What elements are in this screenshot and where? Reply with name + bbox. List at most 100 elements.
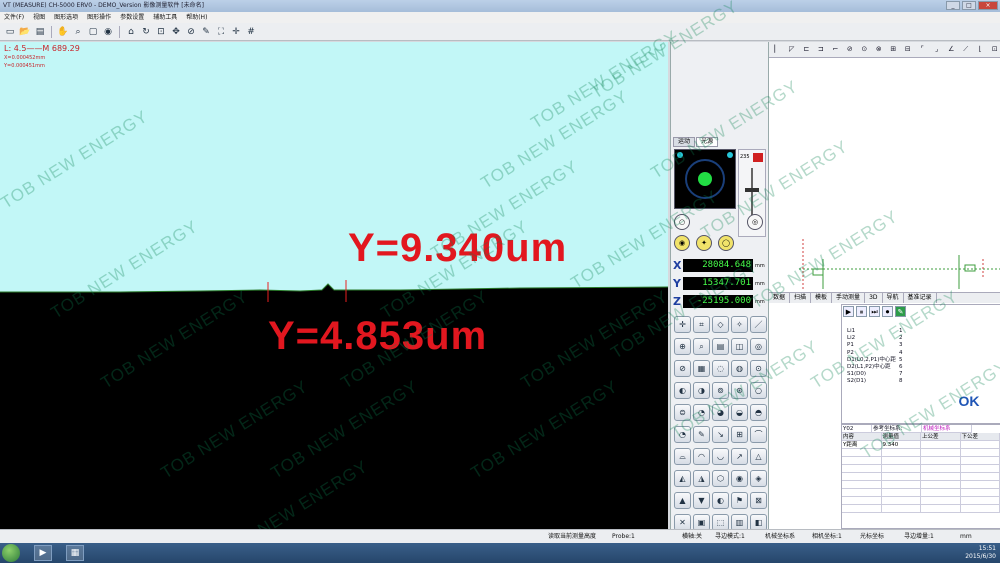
- joystick-view[interactable]: [674, 149, 736, 209]
- measure-tool-icon[interactable]: ↘: [712, 426, 729, 443]
- save-icon[interactable]: ▤: [34, 26, 46, 38]
- graphics-tool-icon[interactable]: ⊞: [887, 43, 900, 56]
- graphics-tool-icon[interactable]: ∠: [945, 43, 958, 56]
- feature-item[interactable]: S2(D1) 8: [847, 378, 903, 385]
- measure-tool-icon[interactable]: ⌗: [693, 316, 710, 333]
- measure-tool-icon[interactable]: ◌: [712, 360, 729, 377]
- measure-tool-icon[interactable]: ◕: [712, 404, 729, 421]
- measure-tool-icon[interactable]: ▲: [674, 492, 691, 509]
- tool-icon[interactable]: ✎: [200, 26, 212, 38]
- close-button[interactable]: ×: [978, 1, 998, 10]
- feature-item[interactable]: P1 3: [847, 342, 903, 349]
- record-button[interactable]: ⏺: [882, 306, 893, 317]
- ring-light-button[interactable]: ◉: [674, 235, 690, 251]
- home-icon[interactable]: ⌂: [125, 26, 137, 38]
- measure-tool-icon[interactable]: ⊙: [750, 360, 767, 377]
- graphics-tool-icon[interactable]: ⟋: [960, 43, 973, 56]
- screen-icon[interactable]: ▢: [87, 26, 99, 38]
- light-setting-button[interactable]: ◎: [747, 214, 763, 230]
- measure-tool-icon[interactable]: ⌕: [693, 338, 710, 355]
- light-off-button[interactable]: ○: [674, 214, 690, 230]
- menu-settings[interactable]: 参数设置: [120, 12, 144, 23]
- tab-light[interactable]: 光源: [696, 137, 719, 147]
- graphics-tool-icon[interactable]: ⌟: [931, 43, 944, 56]
- feature-item[interactable]: Li1 1: [847, 328, 903, 335]
- step-button[interactable]: ⏸: [856, 306, 867, 317]
- measure-tool-icon[interactable]: ○: [750, 382, 767, 399]
- measure-tool-icon[interactable]: ◍: [731, 360, 748, 377]
- graphics-tool-icon[interactable]: ◸: [786, 43, 799, 56]
- graphics-tool-icon[interactable]: ⌐: [829, 43, 842, 56]
- measure-tool-icon[interactable]: ◐: [674, 382, 691, 399]
- hand-icon[interactable]: ✋: [57, 26, 69, 38]
- menu-help[interactable]: 帮助(H): [186, 12, 207, 23]
- measure-tool-icon[interactable]: ⌓: [674, 448, 691, 465]
- graphics-tool-icon[interactable]: ⊏: [800, 43, 813, 56]
- measure-tool-icon[interactable]: ◔: [693, 404, 710, 421]
- fit-icon[interactable]: ⊡: [155, 26, 167, 38]
- menu-file[interactable]: 文件(F): [4, 12, 24, 23]
- measure-tool-icon[interactable]: ⚑: [731, 492, 748, 509]
- feature-item[interactable]: P2 4: [847, 350, 903, 357]
- eye-icon[interactable]: ◉: [102, 26, 114, 38]
- graphics-tool-icon[interactable]: ⊘: [844, 43, 857, 56]
- graphics-tool-icon[interactable]: ⊗: [873, 43, 886, 56]
- new-icon[interactable]: ▭: [4, 26, 16, 38]
- measure-tool-icon[interactable]: ⊞: [731, 426, 748, 443]
- measure-tool-icon[interactable]: ◫: [731, 338, 748, 355]
- measure-tool-icon[interactable]: ⊜: [674, 404, 691, 421]
- measure-tool-icon[interactable]: ◮: [693, 470, 710, 487]
- measure-tool-icon[interactable]: ⊘: [674, 360, 691, 377]
- measure-tool-icon[interactable]: ◭: [674, 470, 691, 487]
- graphics-view[interactable]: [769, 59, 1000, 291]
- pan-icon[interactable]: ✥: [170, 26, 182, 38]
- measure-tool-icon[interactable]: ⌒: [750, 426, 767, 443]
- fast-forward-button[interactable]: ⏭: [869, 306, 880, 317]
- panel-tab[interactable]: 手动测量: [832, 293, 866, 303]
- feature-item[interactable]: D2(L1,P2)中心距 6: [847, 364, 903, 371]
- feature-item[interactable]: D1(L0,2,P1)中心距 5: [847, 357, 903, 364]
- measure-tool-icon[interactable]: ◒: [731, 404, 748, 421]
- graphics-tool-icon[interactable]: ⌜: [916, 43, 929, 56]
- start-button[interactable]: [2, 544, 20, 562]
- panel-tab[interactable]: 基准记录: [904, 293, 937, 303]
- panel-tab[interactable]: 3D: [865, 293, 883, 303]
- measure-tool-icon[interactable]: ✛: [674, 316, 691, 333]
- graphics-tool-icon[interactable]: ⊙: [858, 43, 871, 56]
- panel-tab[interactable]: 模板: [811, 293, 833, 303]
- measure-tool-icon[interactable]: △: [750, 448, 767, 465]
- menu-shape-options[interactable]: 图形选项: [54, 12, 78, 23]
- measure-tool-icon[interactable]: ✎: [693, 426, 710, 443]
- play-button[interactable]: ▶: [843, 306, 854, 317]
- measure-tool-icon[interactable]: ◈: [750, 470, 767, 487]
- measure-tool-icon[interactable]: ▤: [712, 338, 729, 355]
- system-clock[interactable]: 15:51 2015/6/30: [965, 545, 996, 561]
- measure-tool-icon[interactable]: ⊛: [731, 382, 748, 399]
- measure-tool-icon[interactable]: ⊚: [712, 382, 729, 399]
- measure-tool-icon[interactable]: ▼: [693, 492, 710, 509]
- measure-tool-icon[interactable]: ◎: [750, 338, 767, 355]
- measure-tool-icon[interactable]: ◉: [731, 470, 748, 487]
- panel-tab[interactable]: 数据: [769, 293, 791, 303]
- menu-tools[interactable]: 辅助工具: [153, 12, 177, 23]
- panel-tab[interactable]: 导航: [883, 293, 904, 303]
- zoom-icon[interactable]: ⌕: [72, 26, 84, 38]
- graphics-tool-icon[interactable]: ▏: [771, 43, 784, 56]
- measure-tool-icon[interactable]: ↗: [731, 448, 748, 465]
- measure-tool-icon[interactable]: ◔: [674, 426, 691, 443]
- ok-button[interactable]: OK: [937, 384, 1000, 418]
- slider-thumb[interactable]: [745, 188, 759, 192]
- graphics-tool-icon[interactable]: ⊟: [902, 43, 915, 56]
- graphics-tool-icon[interactable]: ⊐: [815, 43, 828, 56]
- measure-tool-icon[interactable]: ⊠: [750, 492, 767, 509]
- explorer-task-icon[interactable]: ▶: [34, 545, 52, 561]
- menu-shape-ops[interactable]: 图形操作: [87, 12, 111, 23]
- maximize-button[interactable]: □: [962, 1, 976, 10]
- expand-icon[interactable]: ⛶: [215, 26, 227, 38]
- grid-icon[interactable]: #: [245, 26, 257, 38]
- feature-item[interactable]: S1(D0) 7: [847, 371, 903, 378]
- camera-viewport[interactable]: L: 4.5——M 689.29 X=0.000452mm Y=0.000451…: [0, 42, 668, 529]
- minimize-button[interactable]: _: [946, 1, 960, 10]
- app-task-icon[interactable]: ▦: [66, 545, 84, 561]
- measure-tool-icon[interactable]: ▦: [693, 360, 710, 377]
